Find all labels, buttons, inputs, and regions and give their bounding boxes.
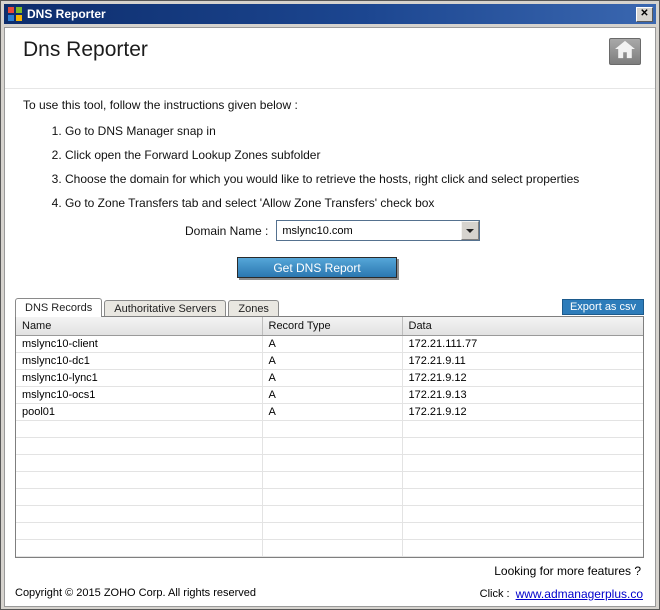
table-cell — [16, 522, 263, 540]
table-cell — [402, 488, 643, 506]
table-cell: pool01 — [16, 403, 263, 421]
close-icon[interactable]: ✕ — [636, 6, 653, 22]
table-cell: 172.21.9.13 — [402, 386, 643, 404]
table-row-empty — [16, 471, 643, 489]
table-cell: A — [262, 352, 403, 370]
table-cell — [16, 437, 263, 455]
table-cell: A — [262, 369, 403, 387]
copyright-text: Copyright © 2015 ZOHO Corp. All rights r… — [15, 587, 257, 599]
home-icon — [614, 40, 636, 64]
header-divider — [5, 88, 655, 89]
table-cell — [402, 539, 643, 557]
table-header-row: Name Record Type Data — [16, 317, 643, 336]
get-dns-report-button[interactable]: Get DNS Report — [237, 257, 397, 278]
instruction-step: Go to Zone Transfers tab and select 'All… — [65, 196, 637, 210]
app-icon — [8, 7, 22, 21]
column-header-record-type[interactable]: Record Type — [262, 317, 403, 336]
tab-authoritative-servers[interactable]: Authoritative Servers — [104, 300, 227, 317]
table-row[interactable]: mslync10-dc1 A 172.21.9.11 — [16, 352, 643, 370]
table-cell — [16, 488, 263, 506]
table-cell — [16, 471, 263, 489]
table-row-empty — [16, 488, 643, 506]
table-row-empty — [16, 454, 643, 472]
table-cell — [262, 471, 403, 489]
table-cell — [262, 522, 403, 540]
tab-dns-records[interactable]: DNS Records — [15, 298, 103, 317]
page-header: Dns Reporter — [23, 38, 641, 65]
table-row-empty — [16, 505, 643, 523]
table-cell: mslync10-ocs1 — [16, 386, 263, 404]
table-cell — [16, 505, 263, 523]
table-row[interactable]: mslync10-ocs1 A 172.21.9.13 — [16, 386, 643, 404]
window-title: DNS Reporter — [27, 7, 106, 21]
table-row[interactable]: mslync10-client A 172.21.111.77 — [16, 335, 643, 353]
table-cell: 172.21.9.12 — [402, 403, 643, 421]
table-cell: A — [262, 386, 403, 404]
table-row[interactable]: pool01 A 172.21.9.12 — [16, 403, 643, 421]
dialog-content: Dns Reporter To use this tool, follow th… — [4, 27, 656, 607]
table-cell — [402, 471, 643, 489]
table-cell — [262, 437, 403, 455]
chevron-down-icon[interactable] — [461, 221, 480, 240]
table-cell: 172.21.9.11 — [402, 352, 643, 370]
instruction-steps: Go to DNS Manager snap in Click open the … — [47, 124, 637, 210]
table-cell — [402, 522, 643, 540]
instruction-step: Click open the Forward Lookup Zones subf… — [65, 148, 637, 162]
table-cell — [262, 505, 403, 523]
tab-zones[interactable]: Zones — [228, 300, 279, 317]
table-cell — [262, 539, 403, 557]
instructions-intro: To use this tool, follow the instruction… — [23, 98, 298, 112]
column-header-name[interactable]: Name — [16, 317, 263, 336]
table-cell — [402, 437, 643, 455]
table-cell: A — [262, 403, 403, 421]
instruction-step: Go to DNS Manager snap in — [65, 124, 637, 138]
click-label: Click : — [479, 588, 510, 600]
table-cell: mslync10-lync1 — [16, 369, 263, 387]
instruction-step: Choose the domain for which you would li… — [65, 172, 637, 186]
table-cell — [16, 539, 263, 557]
table-cell — [402, 454, 643, 472]
table-row-empty — [16, 522, 643, 540]
tabs: DNS Records Authoritative Servers Zones — [15, 298, 644, 317]
export-as-csv-button[interactable]: Export as csv — [561, 299, 644, 315]
table-cell — [16, 454, 263, 472]
instructions-section: To use this tool, follow the instruction… — [23, 98, 637, 220]
table-cell — [262, 420, 403, 438]
features-text: Looking for more features ? — [494, 564, 641, 578]
admanagerplus-link[interactable]: www.admanagerplus.co — [516, 587, 643, 601]
table-cell — [262, 488, 403, 506]
table-row-empty — [16, 420, 643, 438]
table-row-empty — [16, 437, 643, 455]
domain-name-select[interactable]: mslync10.com — [276, 220, 481, 241]
dns-reporter-window: DNS Reporter ✕ Dns Reporter To use this … — [0, 0, 660, 610]
table-cell: 172.21.9.12 — [402, 369, 643, 387]
table-cell — [402, 420, 643, 438]
table-cell: 172.21.111.77 — [402, 335, 643, 353]
home-button[interactable] — [609, 38, 641, 65]
column-header-data[interactable]: Data — [402, 317, 643, 336]
table-cell — [402, 505, 643, 523]
table-row-empty — [16, 539, 643, 557]
table-body: mslync10-client A 172.21.111.77 mslync10-dc… — [16, 335, 643, 557]
table-cell — [262, 454, 403, 472]
domain-row: Domain Name : mslync10.com — [185, 220, 481, 241]
table-cell: A — [262, 335, 403, 353]
domain-name-label: Domain Name : — [185, 223, 269, 238]
click-row: Click : www.admanagerplus.co — [480, 587, 643, 601]
dns-records-table: Name Record Type Data mslync10-client A 172.… — [15, 316, 644, 558]
title-bar[interactable]: DNS Reporter ✕ — [4, 4, 656, 24]
table-row[interactable]: mslync10-lync1 A 172.21.9.12 — [16, 369, 643, 387]
domain-name-value: mslync10.com — [282, 224, 353, 237]
table-cell — [16, 420, 263, 438]
tabs-row: DNS Records Authoritative Servers Zones Ex… — [15, 298, 644, 317]
table-cell: mslync10-client — [16, 335, 263, 353]
table-cell: mslync10-dc1 — [16, 352, 263, 370]
page-title: Dns Reporter — [23, 38, 148, 61]
